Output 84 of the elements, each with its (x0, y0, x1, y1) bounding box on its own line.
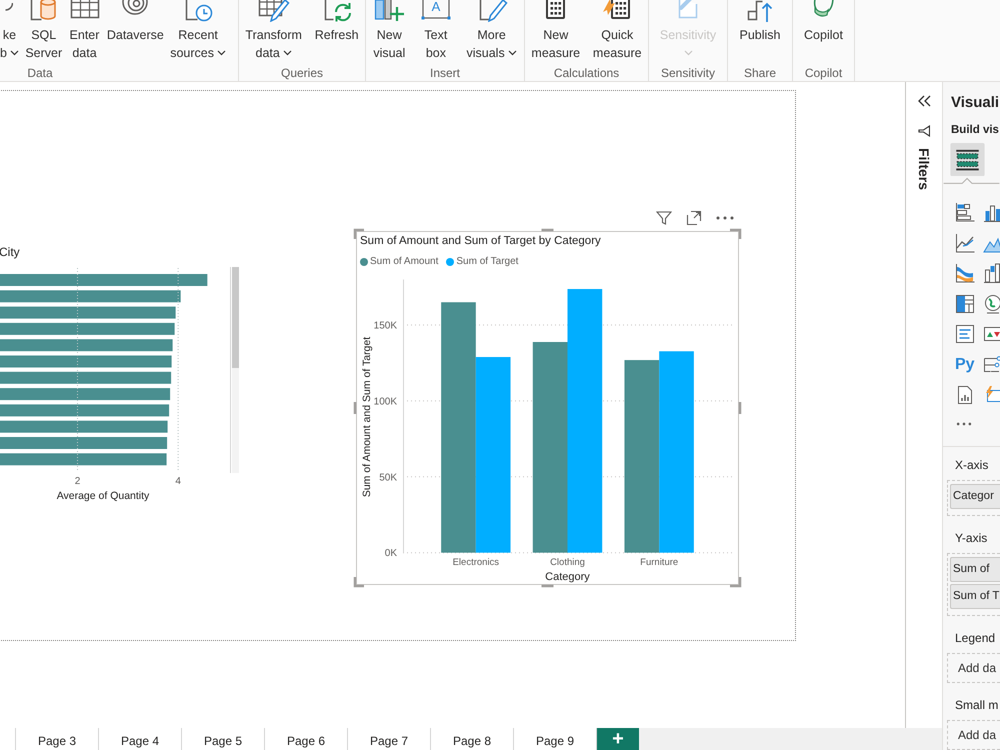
group-label: Insert (430, 66, 460, 80)
resize-handle[interactable] (730, 577, 742, 588)
well-label: Legend (955, 630, 996, 646)
ribbon-button[interactable]: Dataverse (104, 0, 166, 44)
stacked-bar-chart-icon[interactable] (955, 202, 975, 222)
ribbon-button[interactable]: New visual (371, 0, 408, 62)
well-label: X-axis (955, 457, 988, 473)
build-visual-icon[interactable] (950, 143, 985, 176)
ribbon-button[interactable]: New measure (529, 0, 582, 62)
ribbon-chart-icon[interactable] (955, 263, 975, 284)
legend-label[interactable]: Sum of Target (456, 255, 518, 269)
group-label: Queries (280, 66, 324, 80)
page-tab[interactable]: Page 3 (16, 728, 99, 750)
more-options-icon[interactable] (956, 422, 972, 426)
page-tab[interactable]: Page 6 (265, 728, 348, 750)
field-pill[interactable]: Sum of T (950, 584, 1000, 609)
bar-chart-plus-icon (373, 0, 406, 22)
ribbon-button[interactable]: Copilot (802, 0, 845, 44)
ribbon-button[interactable]: More visuals (464, 0, 519, 62)
filter-icon[interactable] (656, 210, 672, 226)
arc-icon (5, 2, 14, 11)
group-label: Copilot (804, 66, 842, 80)
well-label: Y-axis (955, 530, 988, 546)
group-label: Calculations (554, 66, 620, 80)
tree-diagram-icon[interactable] (983, 354, 1000, 375)
field-pill[interactable]: Sum of (950, 557, 1000, 582)
section-title: Build vis (951, 123, 999, 138)
axis-tick-label: 4 (175, 476, 181, 487)
ribbon-button[interactable]: ke b (0, 0, 21, 62)
group-label: Share (744, 66, 776, 80)
page-tab[interactable]: Page 9 (514, 728, 597, 750)
chart-title: Sum of Amount and Sum of Target by Category (360, 235, 601, 247)
group-label: Sensitivity (660, 66, 716, 80)
ribbon-button[interactable]: SQL Server (23, 0, 64, 62)
drop-zone-hint: Add da (958, 727, 996, 744)
page-tab[interactable]: Page 4 (99, 728, 182, 750)
axis-tick-label: 2 (74, 476, 80, 487)
page-tab[interactable]: Page 8 (431, 728, 514, 750)
pane-title[interactable]: Filters (916, 148, 932, 190)
group-label: Data (27, 66, 53, 80)
axis-title: Sum of Amount and Sum of Target (361, 336, 373, 498)
ribbon-button[interactable]: Quick measure (590, 0, 644, 62)
document-chart-icon[interactable] (955, 385, 975, 406)
resize-handle[interactable] (738, 402, 742, 414)
drop-zone-hint: Add da (958, 660, 996, 677)
filter-icon[interactable] (918, 125, 930, 137)
category-label: Furniture (640, 557, 678, 568)
axis-title: Category (545, 571, 590, 583)
drop-zone[interactable]: Add da (947, 720, 1000, 750)
list-icon[interactable] (955, 324, 975, 344)
drop-zone[interactable]: Categor (947, 480, 1000, 516)
page-tab[interactable]: Page 7 (348, 728, 431, 750)
axis-tick-label: 150K (374, 320, 397, 332)
waterfall-chart-icon[interactable] (983, 263, 1000, 284)
drop-zone[interactable]: Add da (947, 653, 1000, 683)
ribbon-button[interactable]: Refresh (312, 0, 361, 44)
field-pill[interactable]: Categor (950, 484, 1000, 509)
text-box-icon: A (420, 0, 452, 22)
more-options-icon[interactable] (716, 216, 734, 220)
resize-handle[interactable] (542, 584, 554, 588)
ribbon-button[interactable]: Transform data (243, 0, 304, 62)
scrollbar[interactable] (232, 267, 239, 473)
treemap-icon[interactable] (955, 294, 975, 314)
axis-title: Average of Quantity (56, 490, 150, 502)
add-page-button[interactable]: + (597, 728, 639, 750)
expand-icon[interactable] (686, 210, 702, 226)
legend-label[interactable]: Sum of Amount (370, 255, 438, 269)
resize-handle[interactable] (730, 228, 742, 239)
well-label: Small m (955, 697, 998, 713)
ribbon-button[interactable]: Recent sources (168, 0, 228, 62)
resize-handle[interactable] (542, 228, 554, 232)
page-tab[interactable]: Page 5 (182, 728, 265, 750)
category-label: Electronics (452, 557, 500, 568)
ribbon-button[interactable]: Enter data (66, 0, 102, 62)
category-label: Clothing (550, 557, 585, 568)
pane-title: Visuali (951, 93, 1000, 113)
ribbon-button[interactable]: A Text box (418, 0, 454, 62)
drop-zone[interactable]: Sum of Sum of T (947, 553, 1000, 616)
collapse-icon[interactable] (917, 94, 931, 108)
resize-handle[interactable] (354, 402, 356, 414)
line-chart-icon[interactable] (955, 232, 975, 253)
resize-handle[interactable] (354, 577, 364, 588)
ribbon-button[interactable]: Publish (738, 0, 782, 44)
globe-icon[interactable] (983, 294, 1000, 314)
